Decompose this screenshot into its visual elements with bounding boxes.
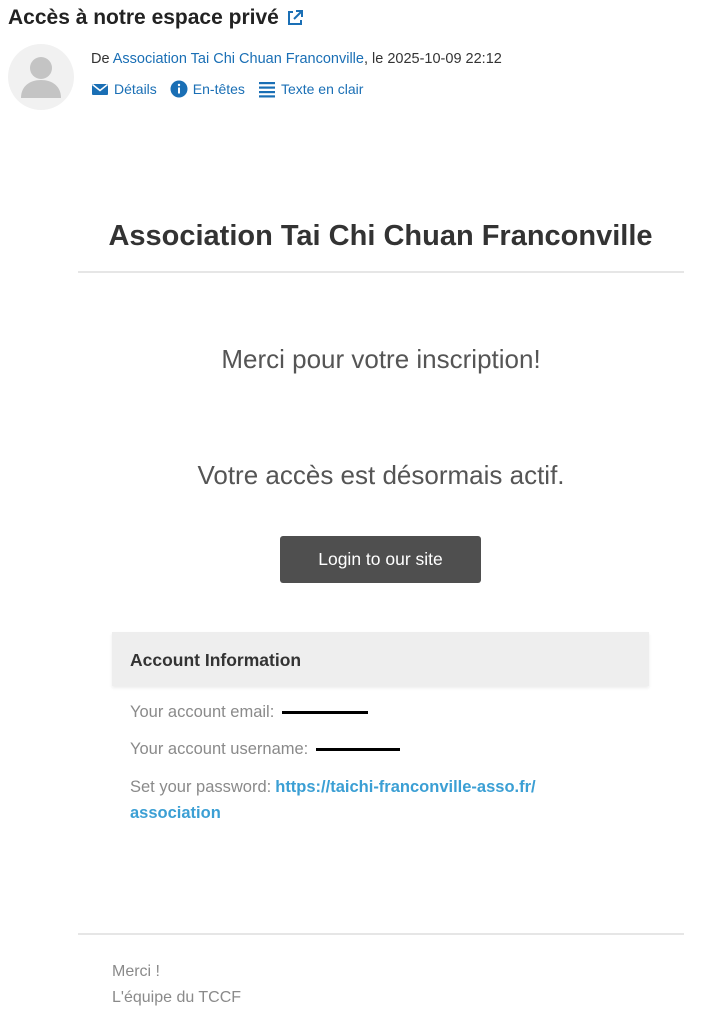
org-title: Association Tai Chi Chuan Franconville: [108, 220, 653, 252]
sent-date: , le 2025-10-09 22:12: [363, 51, 502, 67]
email-subject-text: Accès à notre espace privé: [8, 6, 279, 29]
set-password-line: Set your password: https://taichi-franco…: [130, 778, 536, 797]
account-info-header: Account Information: [112, 632, 649, 686]
divider: [78, 271, 684, 273]
account-email-label: Your account email:: [130, 703, 275, 721]
envelope-icon: [92, 83, 108, 95]
sender-line: De Association Tai Chi Chuan Franconvill…: [91, 51, 502, 67]
email-subject: Accès à notre espace privé: [8, 6, 305, 30]
avatar-icon: [21, 57, 61, 98]
signature: L'équipe du TCCF: [112, 989, 242, 1006]
account-info-title: Account Information: [130, 650, 302, 670]
set-password-link[interactable]: https://taichi-franconville-asso.fr/: [275, 778, 535, 797]
sign-off: Merci !: [112, 963, 160, 980]
details-label: Détails: [114, 81, 157, 97]
details-button[interactable]: Détails: [91, 80, 157, 98]
login-button[interactable]: Login to our site: [280, 536, 481, 583]
set-password-link-continued[interactable]: association: [130, 804, 221, 823]
access-active-message: Votre accès est désormais actif.: [197, 460, 565, 490]
sender-link[interactable]: Association Tai Chi Chuan Franconville: [113, 51, 364, 67]
redacted-email: [282, 711, 369, 714]
thanks-message: Merci pour votre inscription!: [221, 344, 541, 374]
from-label: De: [91, 51, 113, 67]
list-icon: [258, 82, 275, 98]
plaintext-label: Texte en clair: [280, 81, 364, 97]
plaintext-button[interactable]: Texte en clair: [258, 80, 363, 98]
external-link-icon[interactable]: [285, 8, 305, 28]
set-password-label: Set your password:: [130, 778, 272, 796]
headers-button[interactable]: En-têtes: [170, 80, 245, 98]
account-email-line: Your account email:: [130, 703, 369, 722]
redacted-username: [316, 748, 401, 751]
info-icon: [170, 80, 188, 98]
avatar: [8, 44, 74, 110]
footer-divider: [78, 933, 684, 935]
account-username-line: Your account username:: [130, 740, 401, 759]
message-actions: Détails En-têtes Texte en clair: [91, 80, 363, 98]
headers-label: En-têtes: [192, 81, 245, 97]
account-username-label: Your account username:: [130, 740, 309, 758]
